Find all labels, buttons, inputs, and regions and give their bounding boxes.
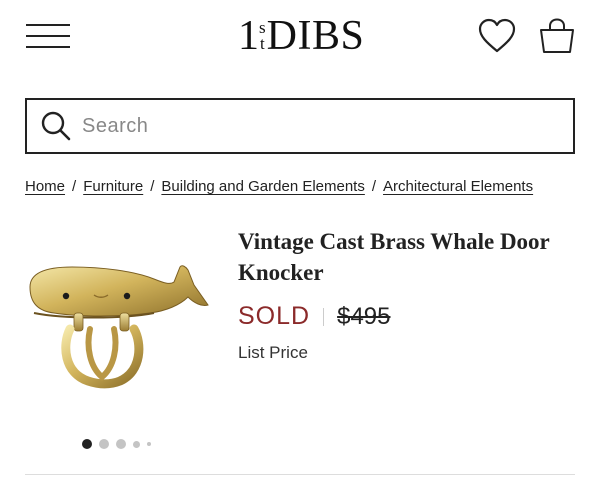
- breadcrumb-architectural[interactable]: Architectural Elements: [383, 178, 533, 195]
- logo-superscript: s t: [259, 19, 266, 53]
- menu-line: [26, 35, 70, 37]
- heart-icon[interactable]: [478, 18, 516, 54]
- list-price-value: $495: [337, 302, 391, 330]
- carousel-dot-2[interactable]: [99, 439, 109, 449]
- breadcrumb-building-garden[interactable]: Building and Garden Elements: [161, 178, 364, 195]
- hamburger-menu-icon[interactable]: [26, 24, 70, 48]
- breadcrumb-separator: /: [72, 178, 77, 195]
- logo-one: 1: [238, 13, 259, 59]
- list-price-label: List Price: [238, 343, 308, 362]
- search-icon[interactable]: [40, 110, 72, 142]
- sold-status: SOLD: [238, 302, 311, 330]
- price-divider: [323, 307, 325, 326]
- menu-line: [26, 46, 70, 48]
- brass-whale-door-knocker-image[interactable]: [24, 255, 214, 395]
- carousel-dot-3[interactable]: [116, 439, 126, 449]
- site-header: 1 s t DIBS: [0, 0, 600, 80]
- search-input[interactable]: [82, 114, 522, 138]
- logo-dibs: DIBS: [266, 13, 365, 59]
- breadcrumb-separator: /: [150, 178, 155, 195]
- carousel-indicator: [82, 438, 158, 450]
- logo-t: t: [259, 34, 265, 53]
- breadcrumb-home[interactable]: Home: [25, 178, 65, 195]
- section-divider: [25, 474, 575, 475]
- carousel-dot-4[interactable]: [133, 440, 140, 448]
- site-logo[interactable]: 1 s t DIBS: [238, 14, 364, 58]
- carousel-dot-1[interactable]: [82, 439, 92, 449]
- breadcrumb-separator: /: [371, 178, 377, 195]
- menu-line: [26, 24, 70, 26]
- breadcrumb: Home / Furniture / Building and Garden Eleme…: [25, 178, 600, 195]
- breadcrumb-furniture[interactable]: Furniture: [83, 178, 143, 195]
- product-title: Vintage Cast Brass Whale Door Knocker: [238, 229, 550, 285]
- carousel-dot-5[interactable]: [147, 442, 151, 446]
- price-row: SOLD $495: [238, 302, 390, 331]
- search-bar[interactable]: [25, 98, 575, 154]
- shopping-bag-icon[interactable]: [538, 17, 576, 55]
